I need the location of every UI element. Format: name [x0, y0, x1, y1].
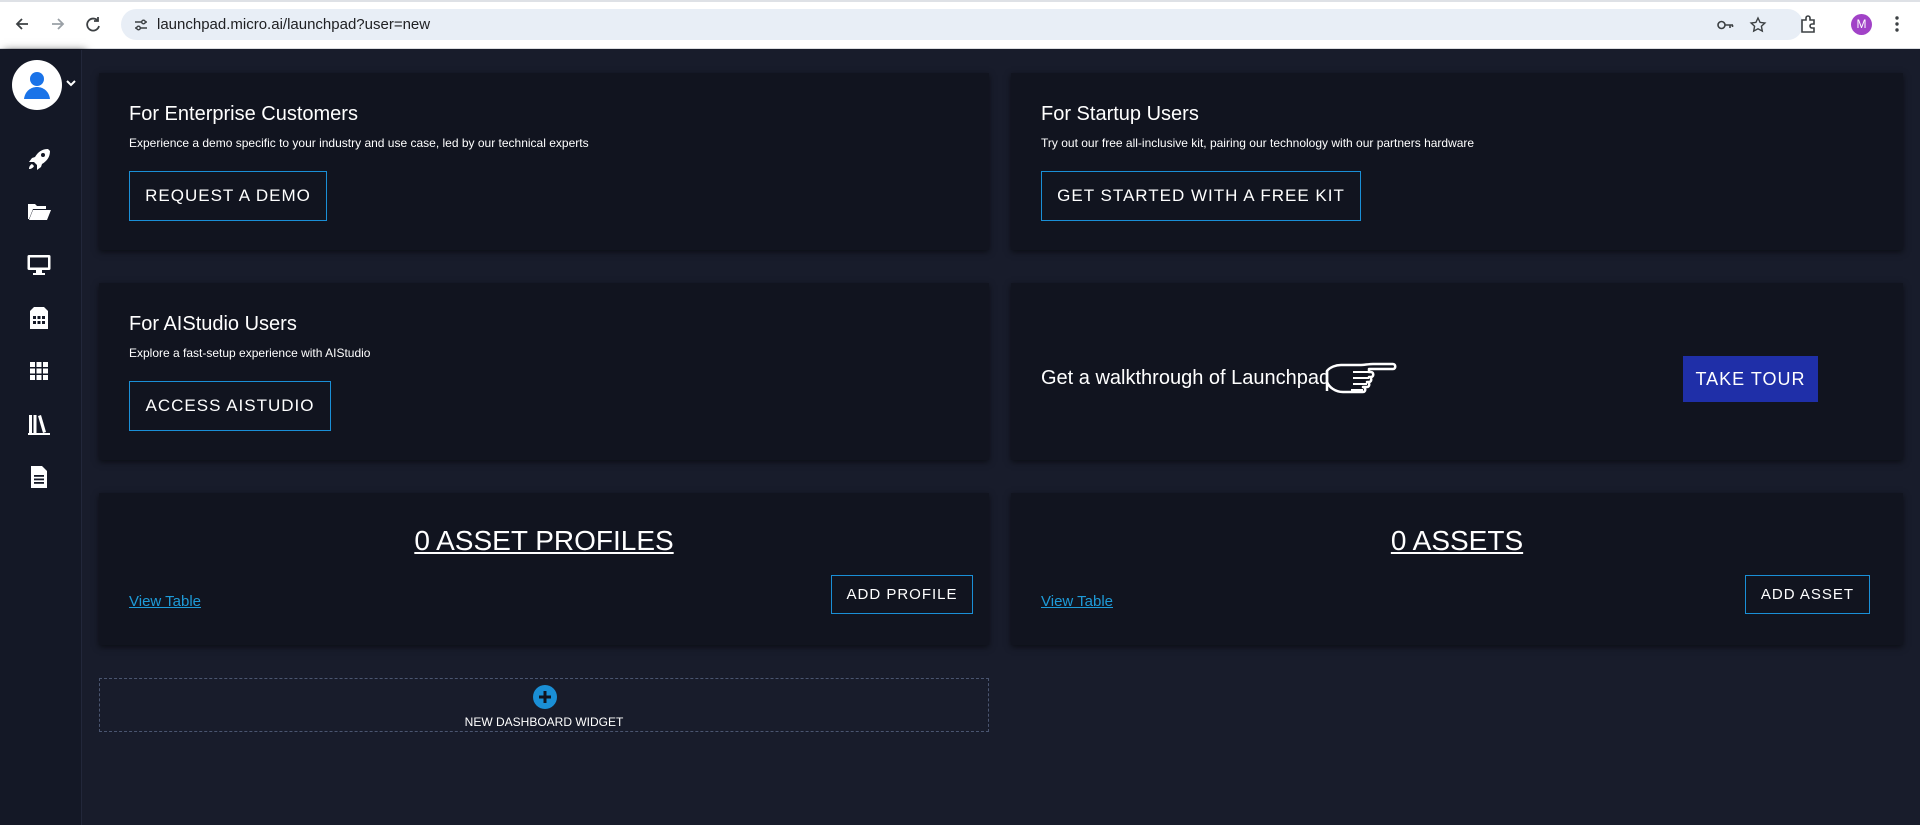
- browser-profile-avatar[interactable]: M: [1851, 14, 1872, 35]
- add-circle-icon: [533, 685, 557, 709]
- asset-profiles-count[interactable]: 0 ASSET PROFILES: [99, 525, 989, 557]
- monitor-icon[interactable]: [26, 252, 52, 278]
- tab-strip-edge: [0, 0, 1920, 2]
- extensions-puzzle-icon[interactable]: [1798, 14, 1818, 34]
- reload-icon[interactable]: [82, 13, 104, 35]
- url-text: launchpad.micro.ai/launchpad?user=new: [157, 16, 431, 33]
- pointing-hand-icon: [1323, 355, 1399, 406]
- new-widget-label: NEW DASHBOARD WIDGET: [464, 715, 624, 729]
- password-key-icon[interactable]: [1716, 16, 1734, 34]
- dashboard-main: For Enterprise Customers Experience a de…: [82, 50, 1920, 825]
- folder-open-icon[interactable]: [26, 198, 52, 224]
- rocket-icon[interactable]: [26, 146, 52, 172]
- new-dashboard-widget[interactable]: NEW DASHBOARD WIDGET: [99, 678, 989, 732]
- add-asset-button[interactable]: ADD ASSET: [1745, 575, 1870, 614]
- apps-grid-icon[interactable]: [26, 358, 52, 384]
- free-kit-button[interactable]: GET STARTED WITH A FREE KIT: [1041, 171, 1361, 221]
- aistudio-card: For AIStudio Users Explore a fast-setup …: [99, 283, 989, 460]
- take-tour-button[interactable]: TAKE TOUR: [1683, 356, 1818, 402]
- assets-view-table-link[interactable]: View Table: [1041, 593, 1113, 610]
- enterprise-card: For Enterprise Customers Experience a de…: [99, 73, 989, 250]
- browser-toolbar: launchpad.micro.ai/launchpad?user=new M: [0, 0, 1920, 49]
- walkthrough-text: Get a walkthrough of Launchpad: [1041, 367, 1331, 389]
- browser-menu-icon[interactable]: [1892, 13, 1902, 35]
- site-settings-icon[interactable]: [133, 17, 149, 33]
- enterprise-description: Experience a demo specific to your indus…: [129, 136, 589, 150]
- asset-profiles-card: 0 ASSET PROFILES View Table ADD PROFILE: [99, 493, 989, 645]
- bookmark-star-icon[interactable]: [1749, 16, 1767, 34]
- assets-card: 0 ASSETS View Table ADD ASSET: [1011, 493, 1903, 645]
- enterprise-title: For Enterprise Customers: [129, 103, 358, 125]
- add-profile-button[interactable]: ADD PROFILE: [831, 575, 973, 614]
- access-aistudio-button[interactable]: ACCESS AISTUDIO: [129, 381, 331, 431]
- address-bar[interactable]: launchpad.micro.ai/launchpad?user=new: [121, 9, 1803, 40]
- sidebar: [0, 50, 82, 825]
- startup-title: For Startup Users: [1041, 103, 1199, 125]
- aistudio-title: For AIStudio Users: [129, 313, 297, 335]
- startup-card: For Startup Users Try out our free all-i…: [1011, 73, 1903, 250]
- back-arrow-icon[interactable]: [11, 13, 33, 35]
- library-icon[interactable]: [26, 411, 52, 437]
- forward-arrow-icon[interactable]: [47, 13, 69, 35]
- document-icon[interactable]: [26, 464, 52, 490]
- user-icon: [24, 72, 50, 99]
- startup-description: Try out our free all-inclusive kit, pair…: [1041, 136, 1475, 150]
- asset-profiles-view-table-link[interactable]: View Table: [129, 593, 201, 610]
- sim-card-icon[interactable]: [26, 305, 52, 331]
- user-avatar[interactable]: [12, 60, 62, 110]
- walkthrough-card: Get a walkthrough of Launchpad TAKE TOUR: [1011, 283, 1903, 460]
- chevron-down-icon[interactable]: [64, 76, 78, 90]
- aistudio-description: Explore a fast-setup experience with AIS…: [129, 346, 371, 360]
- request-demo-button[interactable]: REQUEST A DEMO: [129, 171, 327, 221]
- assets-count[interactable]: 0 ASSETS: [1011, 525, 1903, 557]
